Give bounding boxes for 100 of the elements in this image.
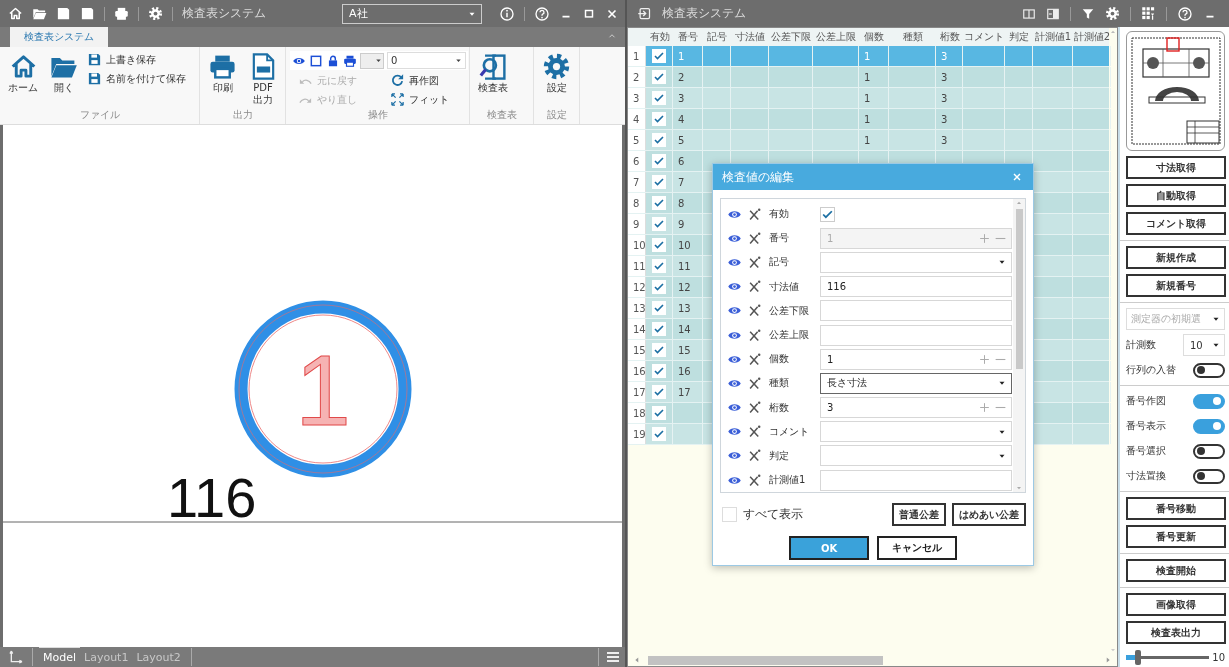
checkbox[interactable] <box>652 49 666 63</box>
checkbox[interactable] <box>652 238 666 252</box>
open-button[interactable]: 開く <box>45 51 82 95</box>
column-header[interactable]: 公差下限 <box>769 28 813 46</box>
save-button[interactable]: 上書き保存 <box>85 51 188 68</box>
pdf-export-button[interactable]: PDF 出力 <box>244 51 282 107</box>
crossed-tools-icon[interactable] <box>747 303 762 319</box>
crossed-tools-icon[interactable] <box>747 424 762 440</box>
crossed-tools-icon[interactable] <box>747 400 762 416</box>
help-icon[interactable] <box>534 5 550 22</box>
panel-button[interactable]: 番号更新 <box>1126 525 1226 548</box>
toggle-switch[interactable] <box>1193 393 1225 409</box>
checkbox[interactable] <box>722 507 737 522</box>
print-icon[interactable] <box>114 6 129 21</box>
checkbox[interactable] <box>652 259 666 273</box>
checkbox[interactable] <box>652 280 666 294</box>
crossed-tools-icon[interactable] <box>747 230 762 246</box>
fit-button[interactable]: フィット <box>388 91 468 108</box>
column-header[interactable]: 計測値1 <box>1033 28 1073 46</box>
column-header[interactable]: 種類 <box>889 28 936 46</box>
input-field[interactable] <box>820 300 1012 322</box>
company-select[interactable]: A社 <box>342 3 482 24</box>
panel-button[interactable]: 画像取得 <box>1126 593 1226 616</box>
input-field[interactable]: 116 <box>820 276 1012 298</box>
crossed-tools-icon[interactable] <box>747 327 762 343</box>
ribbon-tab[interactable]: 検査表システム <box>10 27 108 47</box>
folder-icon[interactable] <box>32 6 47 21</box>
home-button[interactable]: ホーム <box>4 51 42 95</box>
checkbox[interactable] <box>652 175 666 189</box>
column-header[interactable]: コメント <box>963 28 1005 46</box>
table-row[interactable]: 4 4 1 3 <box>628 109 1109 130</box>
panel-icon[interactable] <box>1046 6 1060 21</box>
axis-icon[interactable] <box>8 649 24 665</box>
column-header[interactable]: 判定 <box>1005 28 1033 46</box>
checkbox[interactable] <box>652 427 666 441</box>
select-field[interactable] <box>820 251 1012 273</box>
preview-drawing[interactable] <box>1128 35 1223 147</box>
select-field[interactable]: 長さ寸法 <box>820 372 1012 394</box>
panel-button[interactable]: 検査開始 <box>1126 559 1226 582</box>
column-header[interactable]: 記号 <box>703 28 731 46</box>
grid-icon[interactable] <box>1141 6 1156 21</box>
select-field[interactable] <box>820 445 1012 467</box>
checkbox[interactable] <box>652 112 666 126</box>
checkbox[interactable] <box>652 196 666 210</box>
window-icon[interactable] <box>637 6 652 21</box>
save-as-button[interactable]: 名前を付けて保存 <box>85 70 188 87</box>
settings-button[interactable]: 設定 <box>538 51 575 95</box>
column-header[interactable]: 計測値2 <box>1073 28 1111 46</box>
panel-button[interactable]: 検査表出力 <box>1126 621 1226 644</box>
layout-tab[interactable]: Model <box>39 647 81 667</box>
column-header[interactable]: 番号 <box>673 28 703 46</box>
layer-select[interactable]: 0 <box>387 52 466 69</box>
zoom-slider[interactable] <box>1126 649 1210 665</box>
slider-thumb[interactable] <box>1135 649 1142 665</box>
crossed-tools-icon[interactable] <box>747 206 762 222</box>
column-header[interactable]: 有効 <box>646 28 673 46</box>
panel-button[interactable]: 自動取得 <box>1126 184 1226 207</box>
panel-button[interactable]: 寸法取得 <box>1126 156 1226 179</box>
checkbox[interactable] <box>652 322 666 336</box>
checkbox[interactable] <box>652 364 666 378</box>
inspection-sheet-button[interactable]: 検査表 <box>474 51 512 95</box>
info-icon[interactable] <box>499 5 515 22</box>
redraw-button[interactable]: 再作図 <box>388 72 468 89</box>
select-field[interactable] <box>820 421 1012 443</box>
panel-button[interactable]: 新規番号 <box>1126 274 1226 297</box>
table-row[interactable]: 5 5 1 3 <box>628 130 1109 151</box>
frame-icon[interactable] <box>309 53 323 68</box>
column-header[interactable]: 寸法値 <box>731 28 769 46</box>
settings-icon[interactable] <box>148 6 163 21</box>
cancel-button[interactable]: キャンセル <box>877 536 957 560</box>
panel-button[interactable]: 番号移動 <box>1126 497 1226 520</box>
count-select[interactable]: 10 <box>1183 334 1225 356</box>
column-header[interactable]: 公差上限 <box>813 28 859 46</box>
crossed-tools-icon[interactable] <box>747 375 762 391</box>
crossed-tools-icon[interactable] <box>747 472 762 488</box>
toggle-switch[interactable] <box>1193 443 1225 459</box>
checkbox[interactable] <box>652 406 666 420</box>
home-icon[interactable] <box>8 6 23 21</box>
toggle-switch[interactable] <box>1193 418 1225 434</box>
help-icon[interactable] <box>1177 5 1193 22</box>
filter-icon[interactable] <box>1081 6 1095 21</box>
print-button[interactable]: 印刷 <box>204 51 241 95</box>
crossed-tools-icon[interactable] <box>747 279 762 295</box>
toggle-switch[interactable] <box>1193 468 1225 484</box>
column-header[interactable]: 桁数 <box>936 28 963 46</box>
tolerance-button[interactable]: はめあい公差 <box>952 503 1026 526</box>
save-icon[interactable] <box>56 6 71 21</box>
input-field[interactable] <box>820 324 1012 346</box>
table-row[interactable]: 3 3 1 3 <box>628 88 1109 109</box>
checkbox[interactable] <box>820 206 835 222</box>
tolerance-button[interactable]: 普通公差 <box>892 503 946 526</box>
crossed-tools-icon[interactable] <box>747 448 762 464</box>
panel-button[interactable]: コメント取得 <box>1126 212 1226 235</box>
checkbox[interactable] <box>652 70 666 84</box>
lock-icon[interactable] <box>326 53 340 68</box>
close-icon[interactable] <box>1011 171 1023 183</box>
panel-button[interactable]: 新規作成 <box>1126 246 1226 269</box>
column-header[interactable]: 個数 <box>859 28 889 46</box>
checkbox[interactable] <box>652 385 666 399</box>
save-as-icon[interactable] <box>80 6 95 21</box>
